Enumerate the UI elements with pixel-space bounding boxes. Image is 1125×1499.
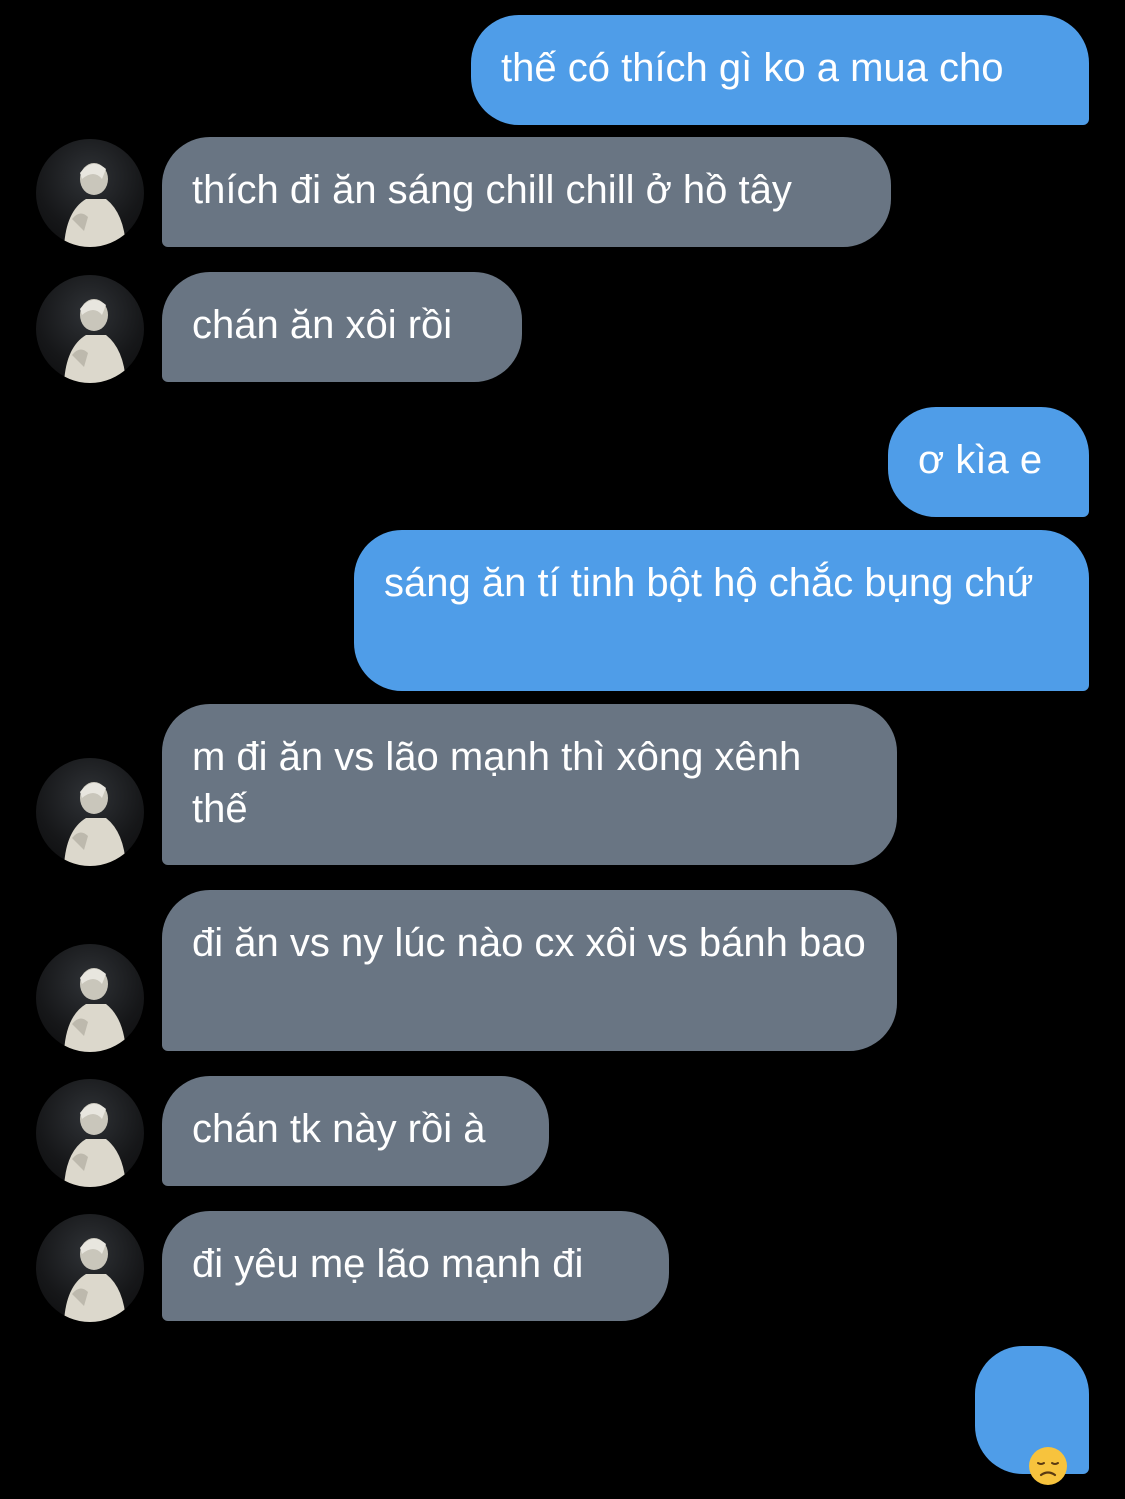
avatar-photo-icon [64,968,126,1052]
outgoing-emoji-message[interactable] [975,1346,1089,1485]
contact-avatar[interactable] [36,1079,144,1187]
disappointed-face-icon [1029,1447,1068,1485]
contact-avatar[interactable] [36,1214,144,1322]
avatar-photo-icon [64,782,126,866]
avatar-photo-icon [64,1238,126,1322]
incoming-message[interactable]: thích đi ăn sáng chill chill ở hồ tây [162,137,891,247]
contact-avatar[interactable] [36,139,144,247]
incoming-message[interactable]: đi ăn vs ny lúc nào cx xôi vs bánh bao [162,890,897,1051]
incoming-message[interactable]: chán tk này rồi à [162,1076,549,1186]
incoming-message[interactable]: m đi ăn vs lão mạnh thì xông xênh thế [162,704,897,865]
contact-avatar[interactable] [36,758,144,866]
contact-avatar[interactable] [36,275,144,383]
contact-avatar[interactable] [36,944,144,1052]
incoming-message[interactable]: chán ăn xôi rồi [162,272,522,382]
outgoing-message[interactable]: thế có thích gì ko a mua cho [471,15,1089,125]
avatar-photo-icon [64,1103,126,1187]
incoming-message[interactable]: đi yêu mẹ lão mạnh đi [162,1211,669,1321]
avatar-photo-icon [64,163,126,247]
outgoing-message[interactable]: ơ kìa e [888,407,1089,517]
avatar-photo-icon [64,299,126,383]
outgoing-message[interactable]: sáng ăn tí tinh bột hộ chắc bụng chứ [354,530,1089,691]
